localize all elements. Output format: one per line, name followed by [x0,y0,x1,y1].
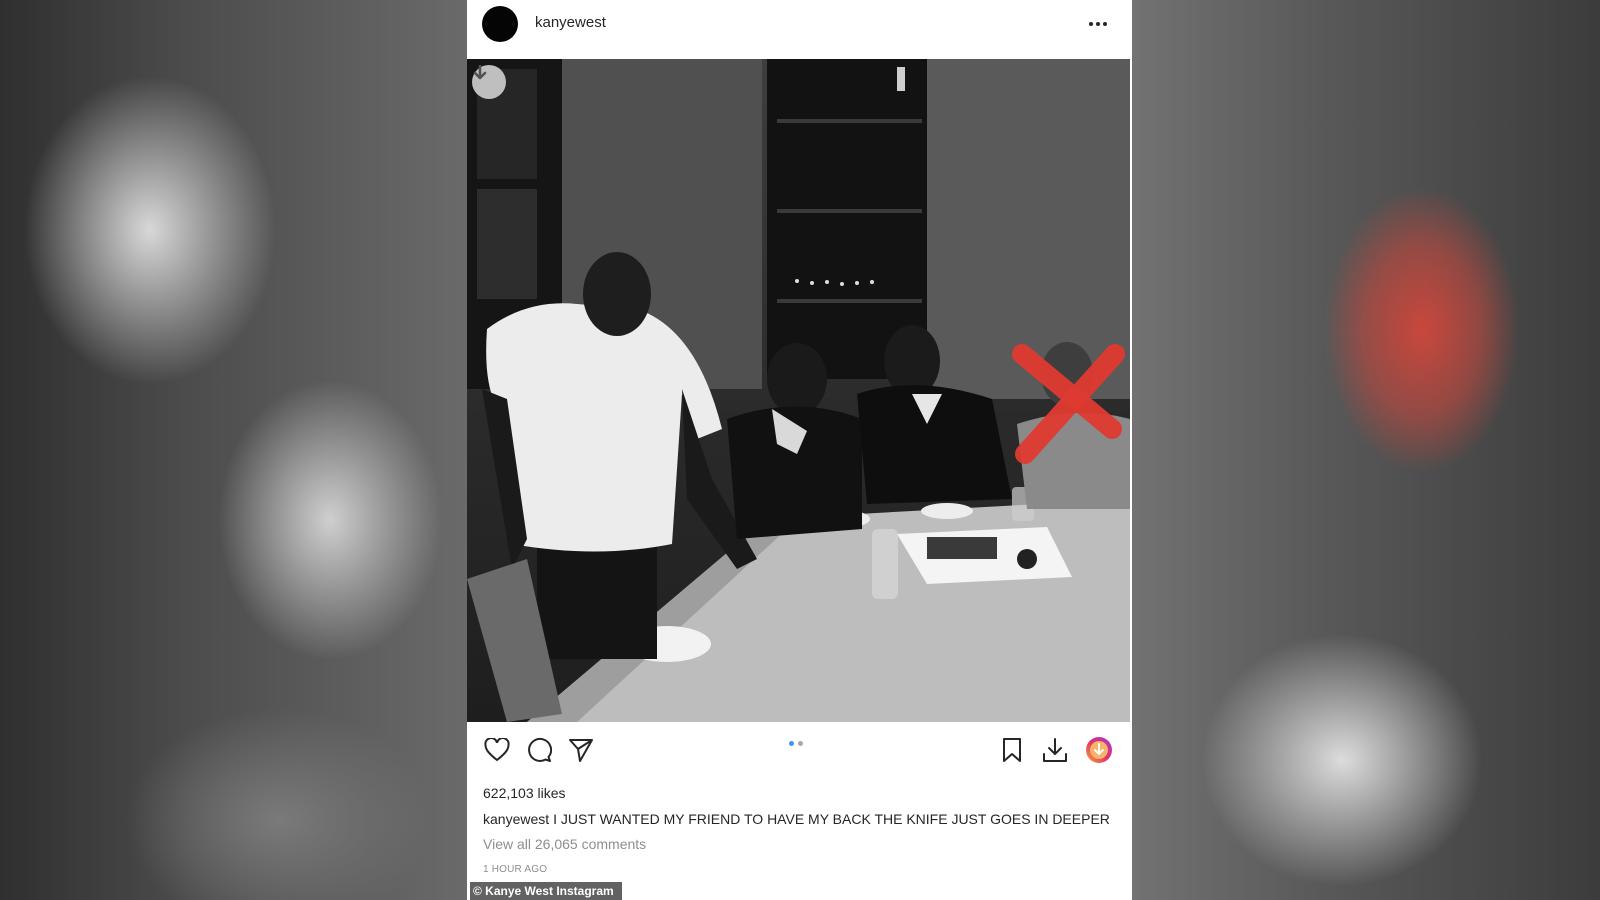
gradient-circle-icon[interactable] [1084,735,1114,765]
instagram-post-card: kanyewest 622,103 likes kanyewest I JUST… [467,0,1132,900]
bookmark-icon[interactable] [997,735,1027,765]
comment-bubble-icon[interactable] [524,735,554,765]
post-photo[interactable] [467,59,1130,722]
post-username[interactable]: kanyewest [535,14,606,31]
heart-icon[interactable] [482,735,512,765]
carousel-dot[interactable] [798,741,803,746]
photo-scene [467,59,1130,722]
post-timestamp: 1 HOUR AGO [483,864,548,875]
blurred-backdrop-left [0,0,468,900]
blurred-backdrop-right [1132,0,1600,900]
download-arrow-icon[interactable] [472,65,506,99]
carousel-dot-active[interactable] [789,741,794,746]
view-comments-link[interactable]: View all 26,065 comments [483,836,646,852]
avatar[interactable] [482,6,518,42]
post-action-bar [467,735,1132,771]
photo-credit: © Kanye West Instagram [470,882,622,900]
post-header: kanyewest [467,0,1132,58]
caption-username[interactable]: kanyewest [483,811,549,827]
likes-count[interactable]: 622,103 likes [483,785,566,801]
screen: kanyewest 622,103 likes kanyewest I JUST… [0,0,1600,900]
more-horizontal-icon[interactable] [1086,12,1110,36]
person-peace-sign [767,343,827,415]
paper-plane-icon[interactable] [566,735,596,765]
post-caption: kanyewest I JUST WANTED MY FRIEND TO HAVE… [483,811,1123,827]
caption-text: I JUST WANTED MY FRIEND TO HAVE MY BACK … [553,811,1110,827]
download-icon[interactable] [1040,735,1070,765]
carousel-indicator [789,741,803,746]
